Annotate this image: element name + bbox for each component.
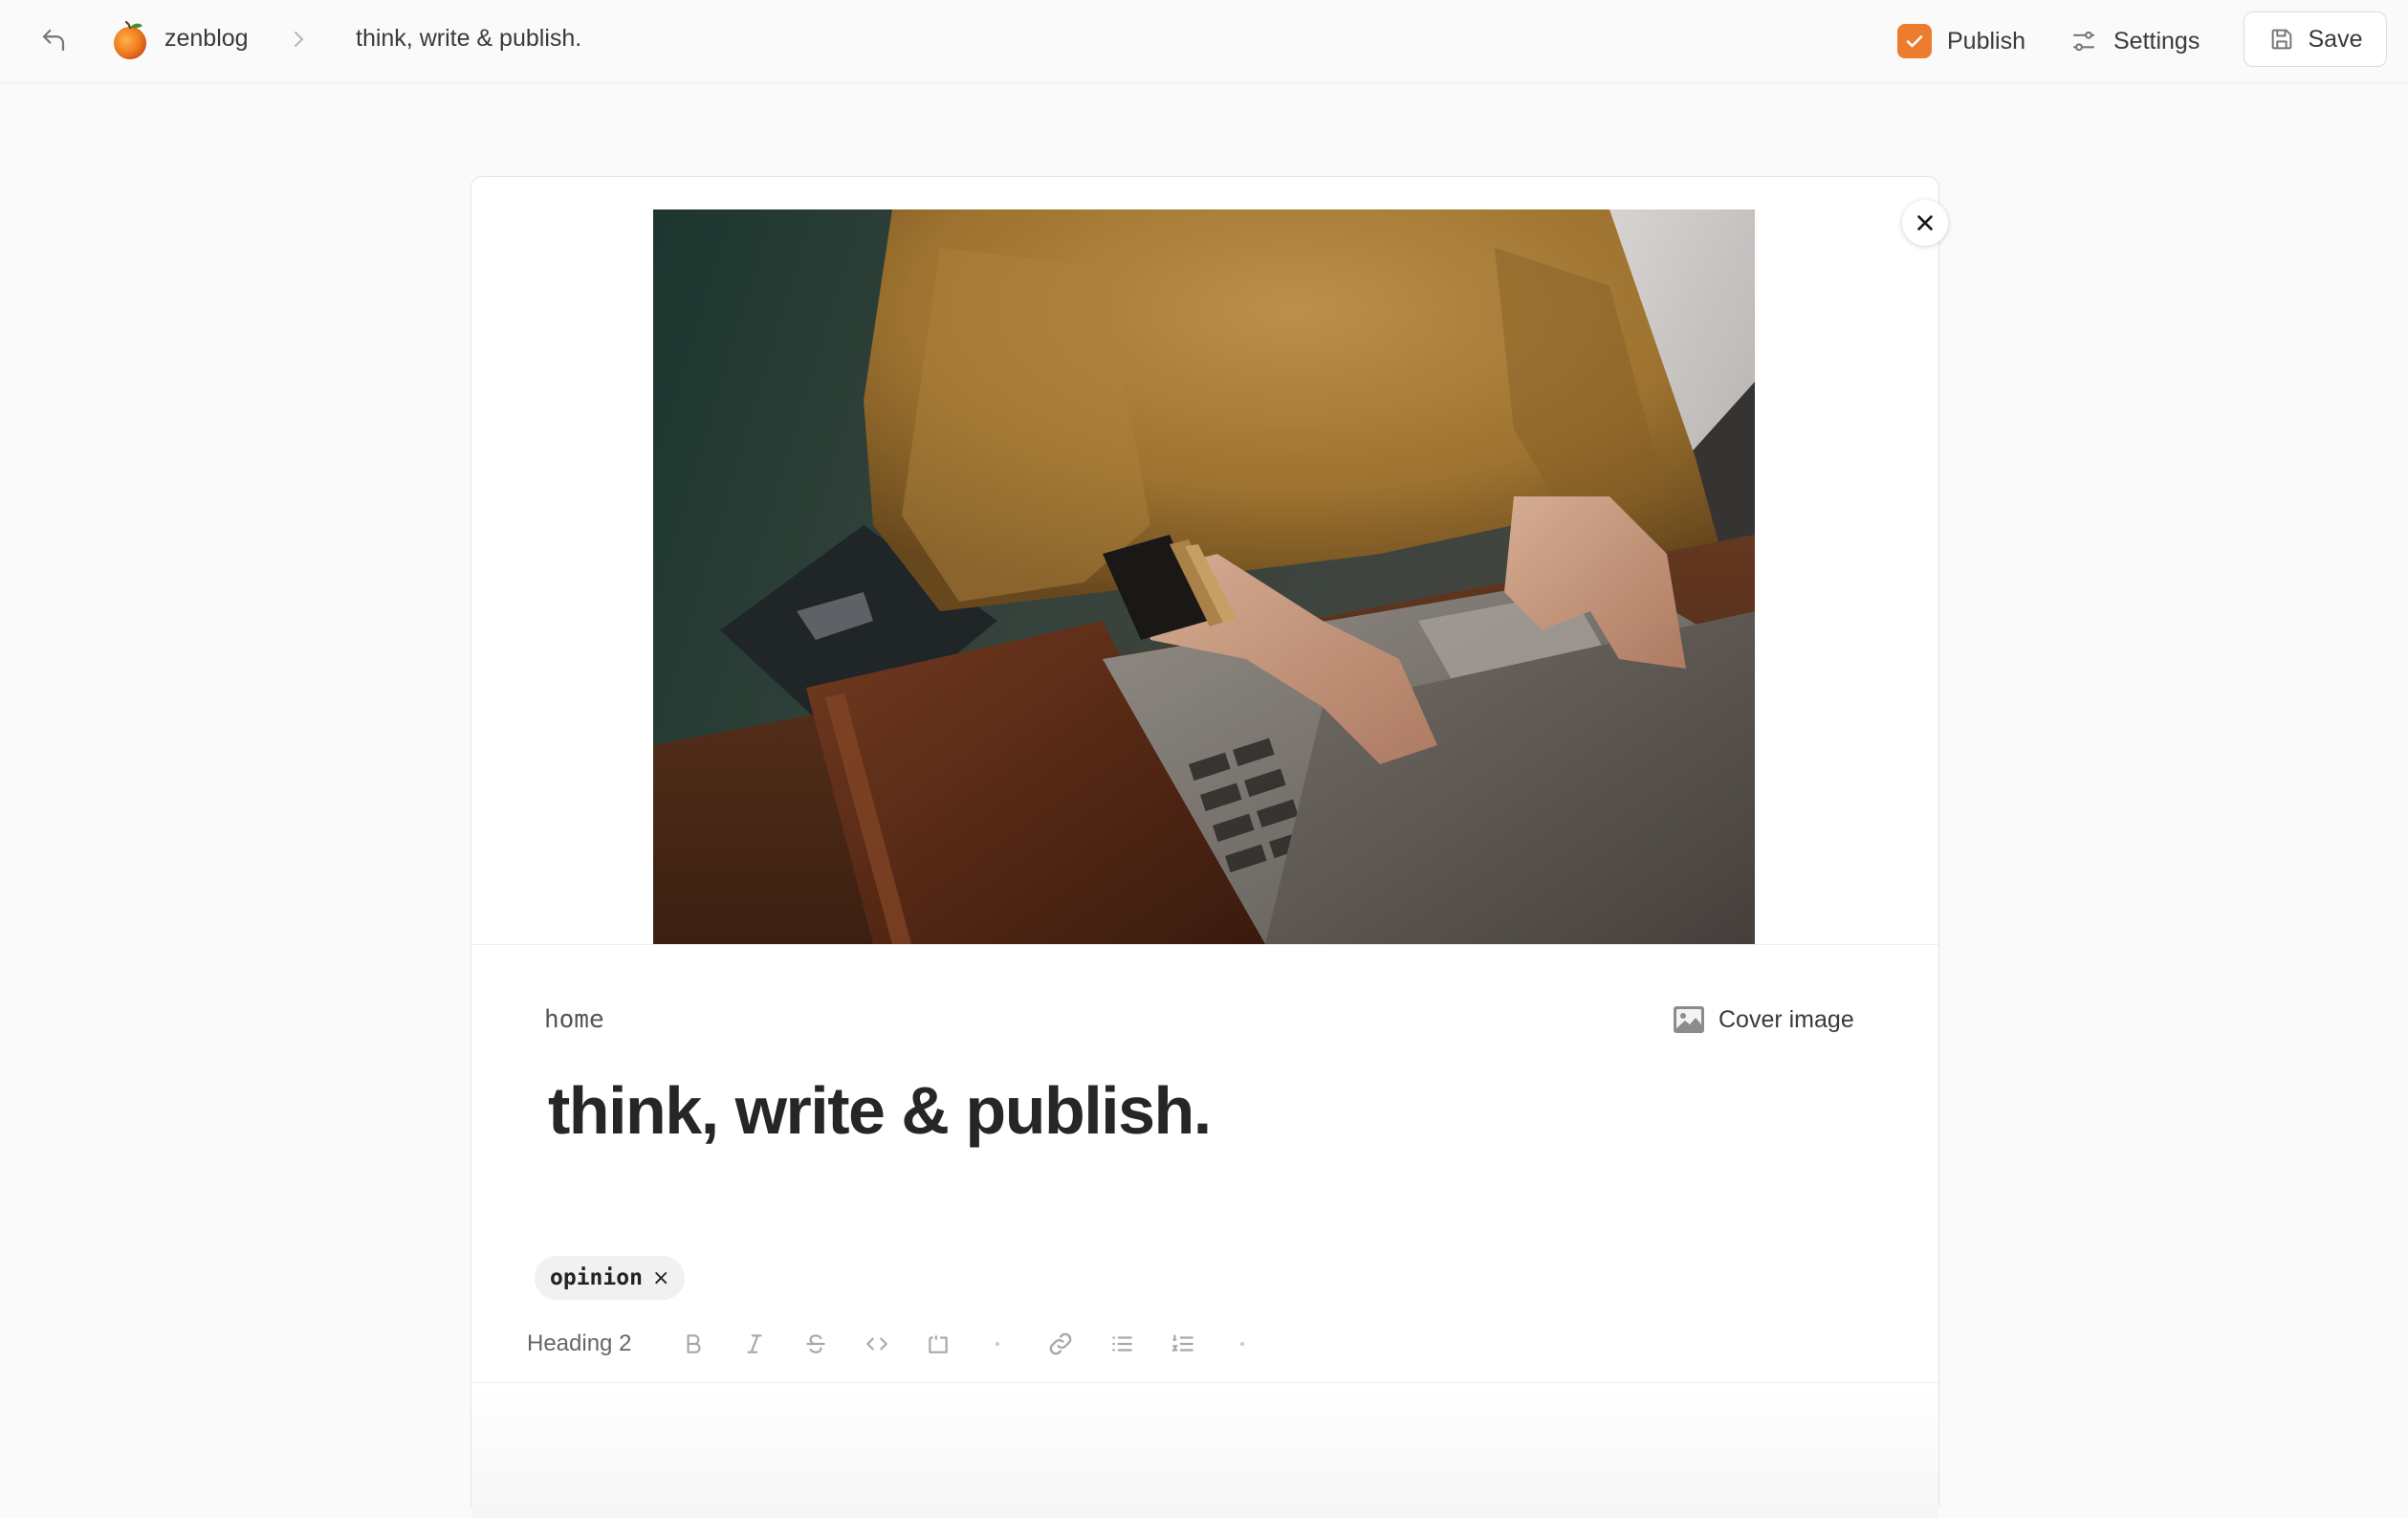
- italic-icon[interactable]: [735, 1325, 774, 1363]
- settings-button[interactable]: Settings: [2069, 19, 2200, 63]
- back-button[interactable]: [34, 21, 73, 59]
- strikethrough-icon[interactable]: [797, 1325, 835, 1363]
- bullet-list-icon[interactable]: [1103, 1325, 1141, 1363]
- toolbar-separator: [996, 1342, 999, 1346]
- save-button[interactable]: Save: [2244, 11, 2387, 67]
- collection-label[interactable]: home: [544, 1005, 604, 1034]
- peach-logo-icon[interactable]: [107, 17, 153, 63]
- back-arrow-icon: [42, 29, 65, 52]
- link-icon[interactable]: [1041, 1325, 1080, 1363]
- code-icon[interactable]: [858, 1325, 896, 1363]
- toolbar-separator: [1240, 1342, 1244, 1346]
- bold-icon[interactable]: [674, 1325, 712, 1363]
- chevron-right-icon: [287, 25, 310, 54]
- brand-name[interactable]: zenblog: [164, 25, 249, 53]
- save-label: Save: [2308, 25, 2363, 53]
- breadcrumb-post-title: think, write & publish.: [356, 25, 582, 52]
- heading-level-select[interactable]: Heading 2: [527, 1331, 631, 1357]
- formatting-toolbar: Heading 2: [471, 1304, 1938, 1383]
- top-bar: zenblog think, write & publish. Publish …: [0, 0, 2408, 83]
- remove-cover-button[interactable]: [1902, 200, 1948, 246]
- cover-image-button[interactable]: Cover image: [1673, 1005, 1854, 1034]
- image-icon: [1674, 1006, 1704, 1033]
- post-title-input[interactable]: think, write & publish.: [548, 1072, 1212, 1149]
- tag-remove-icon[interactable]: ×: [652, 1266, 669, 1290]
- cover-image-area: [471, 177, 1948, 945]
- tag-chip[interactable]: opinion ×: [535, 1256, 686, 1300]
- sliders-icon: [2072, 31, 2095, 52]
- publish-label: Publish: [1947, 27, 2025, 55]
- floppy-disk-icon: [2271, 29, 2291, 50]
- cover-image: [653, 209, 1755, 944]
- checkbox-checked-icon[interactable]: [1897, 24, 1932, 58]
- publish-toggle[interactable]: Publish: [1897, 19, 2025, 63]
- cover-image-label: Cover image: [1718, 1005, 1854, 1033]
- tag-label: opinion: [550, 1265, 643, 1290]
- code-block-icon[interactable]: [919, 1325, 957, 1363]
- close-icon: [1917, 215, 1933, 231]
- ordered-list-icon[interactable]: [1164, 1325, 1202, 1363]
- editor-card: home Cover image think, write & publish.…: [471, 176, 1948, 1518]
- post-body-editor[interactable]: [471, 1384, 1938, 1518]
- settings-label: Settings: [2113, 27, 2200, 55]
